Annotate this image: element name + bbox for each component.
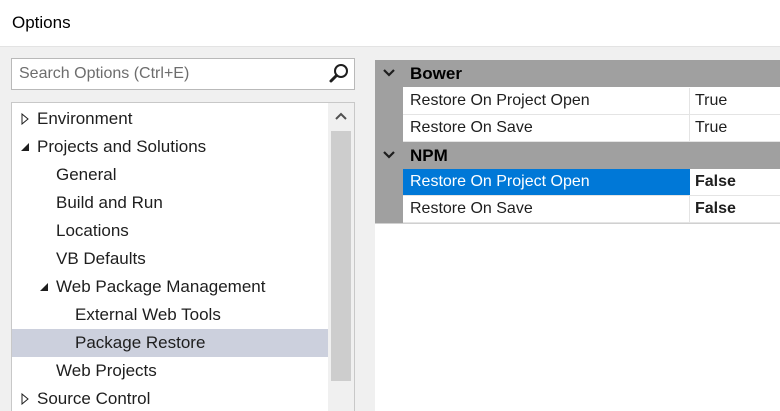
- tree-item-label: External Web Tools: [75, 305, 221, 324]
- search-input[interactable]: [12, 59, 319, 89]
- tree-item-label: Source Control: [37, 389, 151, 408]
- property-value[interactable]: False: [690, 169, 780, 195]
- property-grid-divider: [375, 223, 780, 224]
- property-row-selected[interactable]: Restore On Project Open False: [403, 169, 780, 196]
- tree-item-label: General: [56, 165, 117, 184]
- property-value[interactable]: True: [690, 88, 780, 114]
- tree-item-external-web-tools[interactable]: External Web Tools: [12, 301, 328, 329]
- window-title: Options: [12, 13, 71, 32]
- tree-item-package-restore[interactable]: Package Restore: [12, 329, 328, 357]
- collapse-arrow-icon[interactable]: [37, 273, 51, 301]
- title-bar: Options: [0, 0, 780, 47]
- tree-item-label: Projects and Solutions: [37, 137, 207, 156]
- tree-item-label: Package Restore: [75, 333, 206, 352]
- tree-item-web-projects[interactable]: Web Projects: [12, 357, 328, 385]
- property-name[interactable]: Restore On Save: [403, 196, 690, 222]
- tree-item-source-control[interactable]: Source Control: [12, 385, 328, 411]
- property-name[interactable]: Restore On Save: [403, 115, 690, 141]
- property-row[interactable]: Restore On Save False: [403, 196, 780, 223]
- category-label: NPM: [410, 146, 448, 165]
- category-npm[interactable]: NPM: [375, 142, 780, 169]
- property-name[interactable]: Restore On Project Open: [403, 169, 690, 195]
- property-name[interactable]: Restore On Project Open: [403, 88, 690, 114]
- tree-item-vb-defaults[interactable]: VB Defaults: [12, 245, 328, 273]
- search-icon[interactable]: [328, 63, 350, 85]
- search-box[interactable]: [11, 58, 355, 90]
- property-grid[interactable]: Bower Restore On Project Open True Resto…: [375, 60, 780, 411]
- tree-item-label: Build and Run: [56, 193, 163, 212]
- tree-item-environment[interactable]: Environment: [12, 105, 328, 133]
- category-label: Bower: [410, 64, 462, 83]
- property-row[interactable]: Restore On Project Open True: [403, 88, 780, 115]
- options-tree[interactable]: Environment Projects and Solutions Gener…: [11, 102, 355, 411]
- tree-item-build-and-run[interactable]: Build and Run: [12, 189, 328, 217]
- scrollbar-thumb[interactable]: [331, 131, 351, 381]
- tree-item-label: VB Defaults: [56, 249, 146, 268]
- tree-item-label: Web Projects: [56, 361, 157, 380]
- collapse-arrow-icon[interactable]: [18, 133, 32, 161]
- property-value[interactable]: True: [690, 115, 780, 141]
- chevron-down-icon[interactable]: [382, 148, 396, 162]
- expand-arrow-icon[interactable]: [18, 385, 32, 411]
- tree-scrollbar[interactable]: [328, 103, 354, 411]
- tree-item-label: Web Package Management: [56, 277, 266, 296]
- property-value[interactable]: False: [690, 196, 780, 222]
- tree-item-web-package-management[interactable]: Web Package Management: [12, 273, 328, 301]
- expand-arrow-icon[interactable]: [18, 105, 32, 133]
- property-row[interactable]: Restore On Save True: [403, 115, 780, 142]
- chevron-down-icon[interactable]: [382, 66, 396, 80]
- category-bower[interactable]: Bower: [375, 60, 780, 87]
- scroll-up-icon[interactable]: [328, 103, 354, 129]
- tree-item-label: Locations: [56, 221, 129, 240]
- tree-item-locations[interactable]: Locations: [12, 217, 328, 245]
- tree-item-projects-and-solutions[interactable]: Projects and Solutions: [12, 133, 328, 161]
- tree-item-general[interactable]: General: [12, 161, 328, 189]
- tree-item-label: Environment: [37, 109, 133, 128]
